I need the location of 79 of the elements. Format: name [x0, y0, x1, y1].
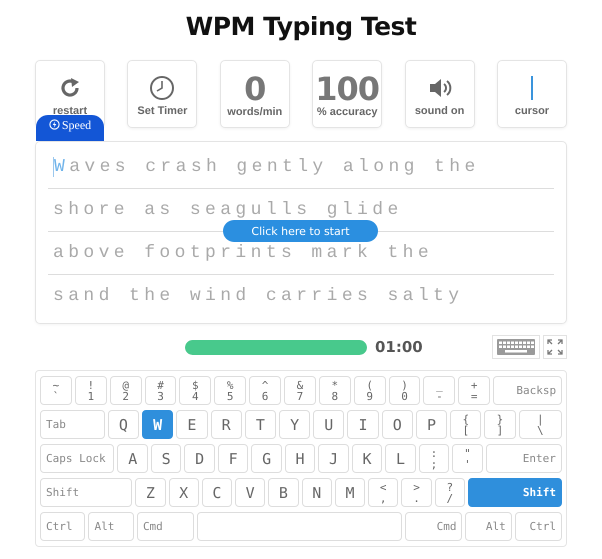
keyboard-key[interactable]: N [302, 478, 332, 507]
stat-value: 0 [244, 73, 266, 105]
timer-reading: 01:00 [375, 338, 423, 356]
keyboard-key[interactable]: ? / [434, 478, 465, 507]
keyboard-key[interactable]: < , [368, 478, 398, 507]
keyboard-key[interactable]: ) 0 [388, 376, 420, 405]
keyboard-key[interactable]: Z [135, 478, 166, 507]
speed-typing-tooltip[interactable]: Speed [36, 115, 104, 141]
keyboard-key[interactable]: M [334, 478, 366, 507]
keyboard-key[interactable]: I [347, 410, 379, 439]
keyboard-key[interactable]: W [142, 410, 174, 439]
keyboard-key[interactable]: Caps Lock [40, 444, 114, 473]
keyboard-key[interactable]: R [210, 410, 242, 439]
keyboard-key[interactable]: B [268, 478, 299, 507]
keyboard-key[interactable]: H [284, 444, 316, 473]
stat-label: cursor [514, 104, 550, 118]
keyboard-key[interactable]: ^ 6 [249, 376, 282, 405]
keyboard-key[interactable]: > . [401, 478, 432, 507]
keyboard-key[interactable]: + = [458, 376, 490, 405]
keyboard-key[interactable]: ~ ` [40, 376, 72, 405]
keyboard-toggle-button[interactable] [492, 335, 540, 359]
keyboard-key[interactable]: U [313, 410, 344, 439]
sound-button[interactable]: sound on [404, 60, 475, 128]
keyboard-key[interactable]: Alt [88, 512, 134, 541]
keyboard-key[interactable]: Enter [486, 444, 562, 473]
keyboard-key[interactable]: Cmd [136, 512, 194, 541]
stat-label: Set Timer [137, 104, 188, 118]
keyboard-key[interactable]: E [176, 410, 208, 439]
keyboard-key[interactable]: $ 4 [179, 376, 212, 405]
keyboard-key[interactable]: Alt [465, 512, 512, 541]
keyboard-key[interactable]: Y [278, 410, 310, 439]
keyboard-key[interactable]: L [385, 444, 416, 473]
keyboard-key[interactable]: D [184, 444, 215, 473]
keyboard-key[interactable]: ( 9 [354, 376, 386, 405]
keyboard-key[interactable]: O [382, 410, 413, 439]
page-title: WPM Typing Test [184, 11, 418, 43]
keyboard-key[interactable]: Ctrl [40, 512, 86, 541]
keyboard-key[interactable]: S [150, 444, 182, 473]
keyboard-key[interactable]: " ' [452, 444, 483, 473]
keyboard-key[interactable]: | \ [518, 410, 562, 439]
keyboard-key[interactable]: } ] [484, 410, 516, 439]
keyboard-key[interactable]: # 3 [144, 376, 176, 405]
stat-label: % accuracy [316, 105, 378, 119]
keyboard-key[interactable]: F [218, 444, 248, 473]
keyboard-key[interactable]: J [318, 444, 349, 473]
keyboard-key[interactable]: Backsp [493, 376, 562, 405]
passage-line: sand the wind carries salty [52, 285, 464, 308]
keyboard-key[interactable]: Tab [40, 410, 105, 439]
keyboard-key[interactable]: V [235, 478, 266, 507]
keyboard-key[interactable]: T [244, 410, 276, 439]
keyboard-key[interactable]: Shift [40, 478, 132, 507]
keyboard-key[interactable]: Q [108, 410, 140, 439]
keyboard-key[interactable]: A [117, 444, 148, 473]
keyboard-key[interactable]: X [168, 478, 199, 507]
keyboard-key[interactable]: _ - [423, 376, 456, 405]
timer-button[interactable]: Set Timer [127, 60, 198, 128]
keyboard-key[interactable]: { [ [450, 410, 482, 439]
keyboard-key[interactable]: G [251, 444, 282, 473]
keyboard-key[interactable]: Cmd [404, 512, 462, 541]
fullscreen-button[interactable] [543, 335, 567, 359]
keyboard-key[interactable]: : ; [418, 444, 450, 473]
keyboard-key[interactable]: @ 2 [110, 376, 142, 405]
keyboard-key[interactable]: & 7 [284, 376, 316, 405]
bolt-icon [48, 119, 60, 130]
keyboard-key[interactable]: % 5 [214, 376, 246, 405]
passage-line: W aves crash gently along the [48, 146, 554, 189]
keyboard-key[interactable]: C [202, 478, 232, 507]
stat-value: 100 [315, 73, 380, 105]
stat-label: sound on [414, 104, 464, 118]
keyboard-key[interactable]: P [416, 410, 448, 439]
keyboard-key[interactable]: ! 1 [74, 376, 107, 405]
stat-label: restart [52, 104, 88, 118]
keyboard-key[interactable]: Shift [468, 478, 562, 507]
stat-label: words/min [227, 105, 282, 119]
cursor-button[interactable]: cursor [496, 60, 567, 128]
keyboard-key[interactable]: * 8 [318, 376, 351, 405]
clock-icon [149, 74, 176, 100]
keyboard-key[interactable]: K [352, 444, 382, 473]
keyboard-key[interactable]: Ctrl [514, 512, 562, 541]
